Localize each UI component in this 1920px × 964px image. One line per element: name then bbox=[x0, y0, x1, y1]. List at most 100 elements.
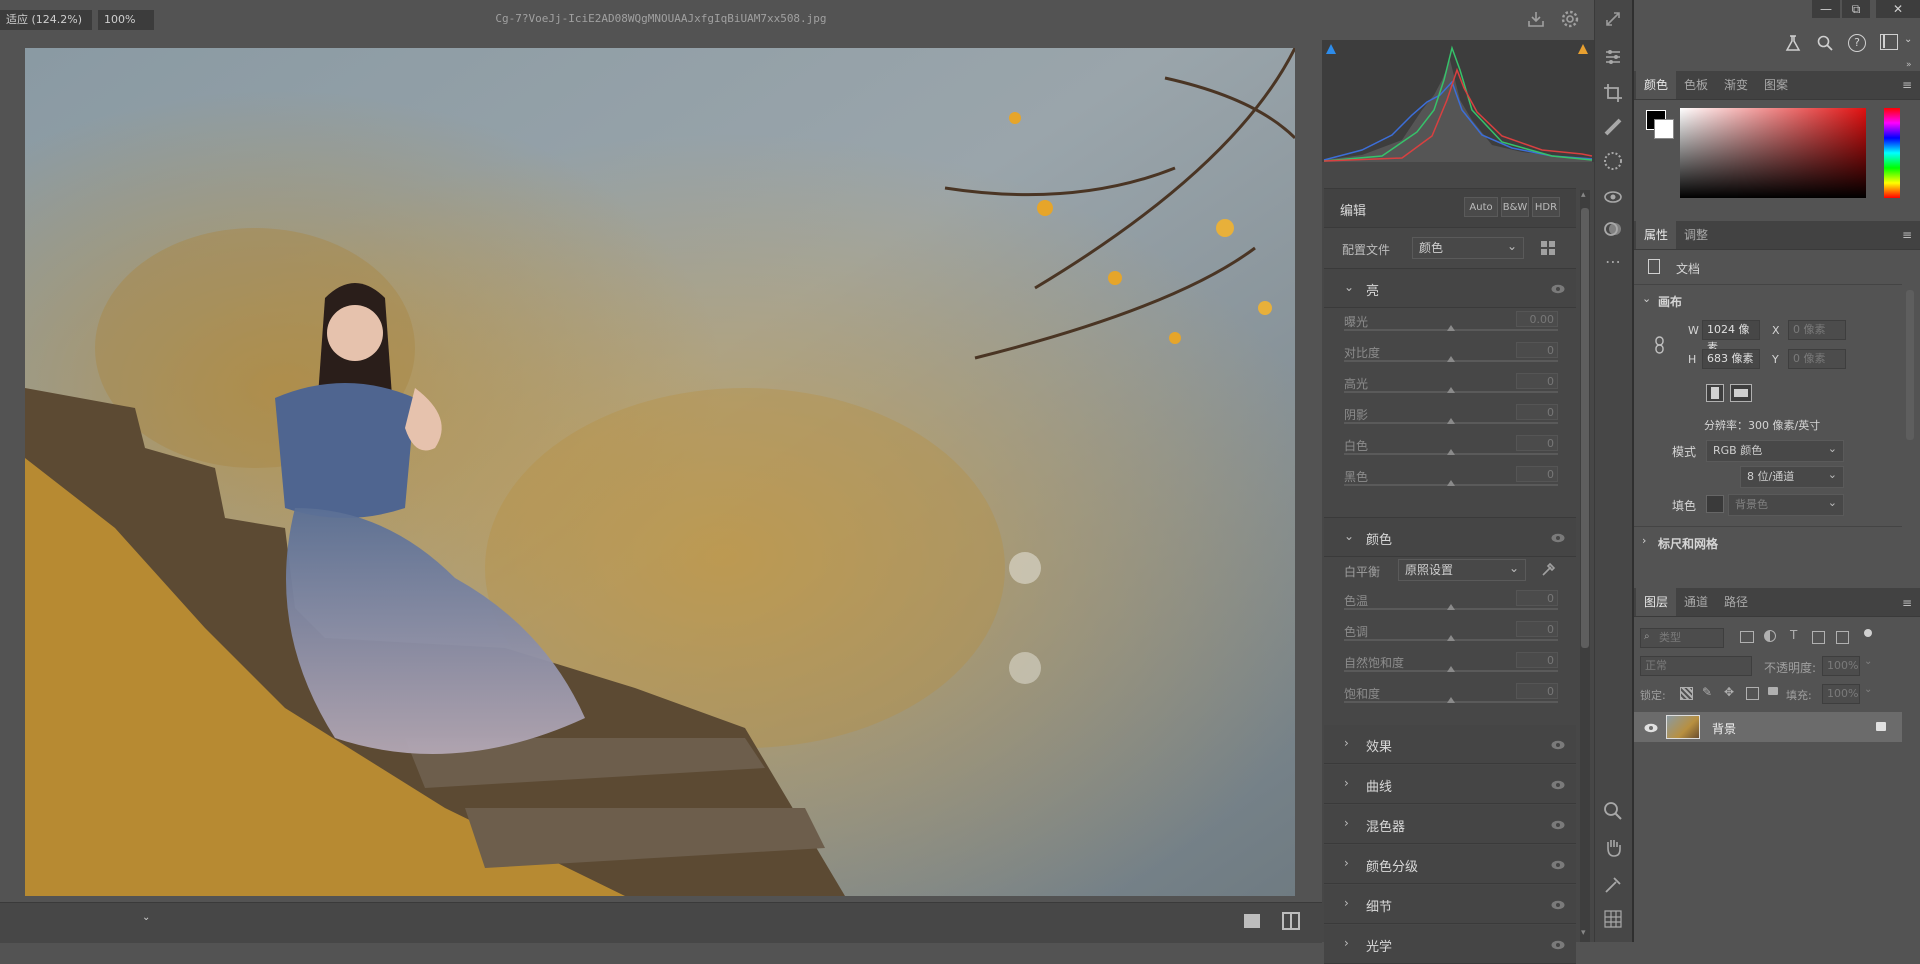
slider-value-field[interactable]: 0 bbox=[1516, 404, 1558, 420]
hue-slider[interactable] bbox=[1884, 108, 1900, 198]
single-view-icon[interactable] bbox=[1244, 914, 1260, 928]
chevron-down-icon[interactable]: ⌄ bbox=[1344, 280, 1354, 294]
filter-adjustment-icon[interactable] bbox=[1764, 630, 1776, 642]
hand-icon[interactable] bbox=[1602, 836, 1624, 858]
chevron-down-icon[interactable]: ▾ bbox=[1581, 928, 1586, 938]
collapse-panels-icon[interactable]: » bbox=[1906, 60, 1912, 70]
help-icon[interactable]: ? bbox=[1848, 34, 1866, 52]
auto-button[interactable]: Auto bbox=[1464, 197, 1498, 217]
height-field[interactable]: 683 像素 bbox=[1702, 349, 1760, 369]
chevron-down-icon[interactable]: ⌄ bbox=[1864, 684, 1872, 695]
fill-color-swatch[interactable] bbox=[1706, 495, 1724, 513]
layer-lock-icon[interactable] bbox=[1876, 722, 1886, 731]
visibility-eye-icon[interactable] bbox=[1551, 283, 1565, 294]
opacity-field[interactable]: 100% bbox=[1822, 656, 1860, 676]
hdr-button[interactable]: HDR bbox=[1532, 197, 1560, 217]
slider-value-field[interactable]: 0 bbox=[1516, 466, 1558, 482]
lock-all-icon[interactable] bbox=[1768, 687, 1778, 695]
slider-value-field[interactable]: 0 bbox=[1516, 342, 1558, 358]
section-header[interactable] bbox=[1324, 805, 1576, 844]
section-header[interactable] bbox=[1324, 725, 1576, 764]
visibility-eye-icon[interactable] bbox=[1551, 899, 1565, 910]
section-header[interactable] bbox=[1324, 765, 1576, 804]
filter-smart-icon[interactable] bbox=[1836, 631, 1849, 644]
slider-knob[interactable] bbox=[1447, 635, 1455, 641]
close-button[interactable]: ✕ bbox=[1876, 0, 1920, 18]
color-picker-field[interactable] bbox=[1680, 108, 1866, 198]
filter-shape-icon[interactable] bbox=[1812, 631, 1825, 644]
minimize-button[interactable]: — bbox=[1812, 0, 1840, 18]
white-balance-dropdown[interactable]: 原照设置 bbox=[1398, 558, 1526, 581]
panel-tab[interactable]: 色板 bbox=[1676, 71, 1716, 99]
slider-value-field[interactable]: 0 bbox=[1516, 435, 1558, 451]
chevron-down-icon[interactable]: ⌄ bbox=[1642, 292, 1651, 305]
presets-icon[interactable] bbox=[1602, 218, 1624, 240]
chevron-down-icon[interactable]: ⌄ bbox=[1864, 656, 1872, 667]
panel-tab[interactable]: 渐变 bbox=[1716, 71, 1756, 99]
slider-value-field[interactable]: 0 bbox=[1516, 590, 1558, 606]
slider-knob[interactable] bbox=[1447, 697, 1455, 703]
layer-filter-dropdown[interactable]: 类型 bbox=[1640, 628, 1724, 648]
before-after-icon[interactable] bbox=[1282, 912, 1300, 930]
slider-knob[interactable] bbox=[1447, 449, 1455, 455]
profile-browser-icon[interactable] bbox=[1540, 240, 1556, 256]
zoom-fit-display[interactable]: 适应 (124.2%) bbox=[0, 10, 92, 30]
chevron-right-icon[interactable]: › bbox=[1344, 816, 1349, 830]
fill-percent-field[interactable]: 100% bbox=[1822, 684, 1860, 704]
panel-scrollbar-thumb[interactable] bbox=[1581, 208, 1589, 648]
width-field[interactable]: 1024 像素 bbox=[1702, 320, 1760, 354]
filter-pixel-icon[interactable] bbox=[1740, 631, 1754, 643]
bw-button[interactable]: B&W bbox=[1501, 197, 1529, 217]
grid-icon[interactable] bbox=[1602, 908, 1624, 930]
visibility-eye-icon[interactable] bbox=[1551, 939, 1565, 950]
slider-knob[interactable] bbox=[1447, 666, 1455, 672]
preview-image[interactable] bbox=[25, 48, 1295, 896]
slider-knob[interactable] bbox=[1447, 604, 1455, 610]
background-color-swatch[interactable] bbox=[1654, 119, 1674, 139]
visibility-eye-icon[interactable] bbox=[1551, 532, 1565, 543]
section-header[interactable] bbox=[1324, 845, 1576, 884]
chevron-down-icon[interactable]: ⌄ bbox=[142, 912, 150, 923]
slider-knob[interactable] bbox=[1447, 356, 1455, 362]
settings-gear-icon[interactable] bbox=[1560, 9, 1580, 29]
lock-transparency-icon[interactable] bbox=[1680, 687, 1693, 700]
chevron-right-icon[interactable]: › bbox=[1344, 776, 1349, 790]
zoom-level-dropdown[interactable]: 100% bbox=[98, 10, 154, 30]
bit-depth-dropdown[interactable]: 8 位/通道 bbox=[1740, 465, 1844, 488]
edit-sliders-icon[interactable] bbox=[1602, 46, 1624, 68]
panel-tab[interactable]: 调整 bbox=[1676, 221, 1716, 249]
panel-menu-icon[interactable]: ≡ bbox=[1902, 78, 1912, 92]
fullscreen-icon[interactable] bbox=[1602, 8, 1624, 30]
filter-type-icon[interactable]: T bbox=[1790, 628, 1797, 642]
panel-menu-icon[interactable]: ≡ bbox=[1902, 596, 1912, 610]
flask-icon[interactable] bbox=[1784, 34, 1802, 52]
color-section-header[interactable] bbox=[1324, 517, 1576, 557]
profile-dropdown[interactable]: 颜色 bbox=[1412, 236, 1524, 259]
chevron-right-icon[interactable]: › bbox=[1344, 736, 1349, 750]
panel-menu-icon[interactable]: ≡ bbox=[1902, 228, 1912, 242]
layer-name[interactable]: 背景 bbox=[1712, 720, 1736, 737]
search-icon[interactable] bbox=[1816, 34, 1834, 52]
mode-dropdown[interactable]: RGB 颜色 bbox=[1706, 439, 1844, 462]
lock-image-icon[interactable]: ✎ bbox=[1702, 685, 1712, 699]
landscape-orientation-icon[interactable] bbox=[1730, 384, 1752, 402]
slider-value-field[interactable]: 0 bbox=[1516, 621, 1558, 637]
restore-button[interactable]: ⧉ bbox=[1842, 0, 1870, 18]
lock-artboard-icon[interactable] bbox=[1746, 687, 1759, 700]
filter-toggle-icon[interactable] bbox=[1864, 629, 1872, 637]
slider-value-field[interactable]: 0 bbox=[1516, 652, 1558, 668]
visibility-eye-icon[interactable] bbox=[1551, 779, 1565, 790]
sampler-icon[interactable] bbox=[1602, 874, 1624, 896]
chevron-right-icon[interactable]: › bbox=[1344, 936, 1349, 950]
fill-dropdown[interactable]: 背景色 bbox=[1728, 493, 1844, 516]
section-header[interactable] bbox=[1324, 925, 1576, 964]
chevron-down-icon[interactable]: ⌄ bbox=[1344, 529, 1354, 543]
portrait-orientation-icon[interactable] bbox=[1706, 384, 1724, 402]
blend-mode-dropdown[interactable]: 正常 bbox=[1640, 656, 1752, 676]
histogram[interactable] bbox=[1322, 40, 1594, 162]
redeye-icon[interactable] bbox=[1602, 186, 1624, 208]
chevron-right-icon[interactable]: › bbox=[1344, 896, 1349, 910]
slider-knob[interactable] bbox=[1447, 325, 1455, 331]
zoom-icon[interactable] bbox=[1602, 800, 1624, 822]
y-field[interactable]: 0 像素 bbox=[1788, 349, 1846, 369]
